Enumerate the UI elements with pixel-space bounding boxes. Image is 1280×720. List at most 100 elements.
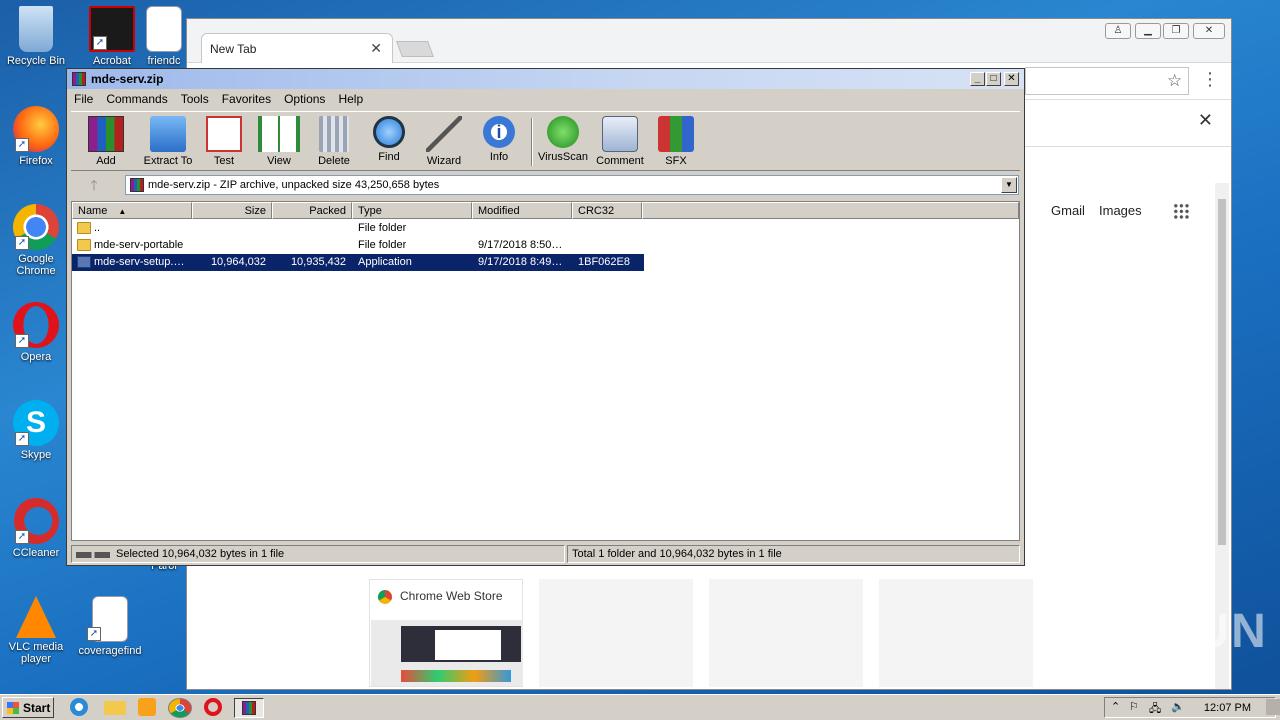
- desktop-icon-opera[interactable]: ➚ Opera: [0, 302, 72, 363]
- menu-favorites[interactable]: Favorites: [215, 89, 277, 106]
- volume-icon[interactable]: 🔈: [1171, 700, 1185, 713]
- sfx-button[interactable]: SFX: [647, 116, 705, 167]
- view-button[interactable]: View: [250, 116, 308, 167]
- comment-button[interactable]: Comment: [591, 116, 649, 167]
- chevron-down-icon[interactable]: ▼: [1001, 177, 1017, 193]
- desktop-icon-acrobat[interactable]: ➚ Acrobat: [76, 6, 148, 67]
- menu-commands[interactable]: Commands: [99, 89, 173, 106]
- empty-tile[interactable]: [709, 579, 863, 687]
- profile-button[interactable]: ♙: [1105, 23, 1131, 39]
- desktop-icon-coveragefind[interactable]: ➚ coveragefind: [74, 596, 146, 657]
- column-header-size[interactable]: Size: [192, 202, 272, 219]
- desktop-icon-ccleaner[interactable]: ➚ CCleaner: [0, 498, 72, 559]
- path-text: mde-serv.zip - ZIP archive, unpacked siz…: [148, 179, 440, 191]
- test-clipboard-icon: [206, 116, 242, 152]
- find-button[interactable]: Find: [360, 116, 418, 163]
- chrome-taskbar-icon[interactable]: [168, 698, 192, 718]
- cell-type: File folder: [358, 222, 407, 234]
- info-button[interactable]: i Info: [470, 116, 528, 163]
- menu-tools[interactable]: Tools: [174, 89, 215, 106]
- show-hidden-icons-icon[interactable]: ⌃: [1111, 700, 1120, 713]
- images-link[interactable]: Images: [1099, 203, 1142, 218]
- column-header-packed[interactable]: Packed: [272, 202, 352, 219]
- column-header-crc32[interactable]: CRC32: [572, 202, 642, 219]
- menu-options[interactable]: Options: [277, 89, 331, 106]
- bookmark-star-icon[interactable]: ☆: [1167, 71, 1182, 91]
- desktop-icon-firefox[interactable]: ➚ Firefox: [0, 106, 72, 167]
- clock[interactable]: 12:07 PM: [1204, 702, 1251, 714]
- desktop-icon-friendc[interactable]: friendc: [142, 6, 186, 67]
- start-label: Start: [23, 701, 51, 715]
- word-doc-icon: ➚: [87, 596, 128, 642]
- cell-name: ..: [94, 222, 101, 234]
- close-infobar-icon[interactable]: ✕: [1198, 110, 1213, 131]
- folder-icon: [77, 222, 91, 234]
- chrome-tab-new-tab[interactable]: New Tab ✕: [201, 33, 393, 63]
- shortcut-arrow-icon: ➚: [15, 138, 29, 152]
- menu-file[interactable]: File: [67, 89, 99, 106]
- status-bar: Selected 10,964,032 bytes in 1 file Tota…: [71, 545, 1020, 563]
- network-icon[interactable]: 🖧: [1149, 700, 1161, 719]
- menu-bar: File Commands Tools Favorites Options Help: [67, 89, 1024, 109]
- tile-title: Chrome Web Store: [400, 589, 503, 603]
- close-tab-icon[interactable]: ✕: [370, 40, 382, 57]
- close-button[interactable]: ✕: [1193, 23, 1225, 39]
- media-player-icon[interactable]: [138, 698, 156, 716]
- show-desktop-button[interactable]: [1266, 699, 1280, 715]
- column-header-type[interactable]: Type: [352, 202, 472, 219]
- close-button[interactable]: ✕: [1004, 72, 1019, 86]
- winrar-taskbar-button[interactable]: [234, 698, 264, 718]
- desktop-icon-label: Recycle Bin: [6, 55, 66, 67]
- add-button[interactable]: Add: [77, 116, 135, 167]
- desktop-icon-google-chrome[interactable]: ➚ Google Chrome: [0, 204, 72, 277]
- status-selected: Selected 10,964,032 bytes in 1 file: [71, 545, 565, 563]
- explorer-folder-icon[interactable]: [104, 701, 126, 715]
- menu-kebab-icon[interactable]: ⋮: [1201, 69, 1219, 90]
- desktop-icon-recycle-bin[interactable]: Recycle Bin: [0, 6, 72, 67]
- maximize-button[interactable]: □: [986, 72, 1001, 86]
- winrar-window[interactable]: mde-serv.zip _ □ ✕ File Commands Tools Favo…: [66, 68, 1025, 566]
- delete-button[interactable]: Delete: [305, 116, 363, 167]
- start-button[interactable]: Start: [2, 697, 54, 718]
- view-book-icon: [258, 116, 300, 152]
- most-visited-tile[interactable]: Chrome Web Store: [369, 579, 523, 687]
- test-button[interactable]: Test: [195, 116, 253, 167]
- internet-explorer-icon[interactable]: [70, 698, 88, 716]
- taskbar: Start ⌃ ⚐ 🖧 🔈 12:07 PM: [0, 694, 1280, 720]
- new-tab-button[interactable]: [396, 41, 434, 57]
- table-row[interactable]: mde-serv-portable File folder 9/17/2018 …: [72, 237, 644, 254]
- table-row[interactable]: .. File folder: [72, 220, 644, 237]
- folder-icon: [77, 239, 91, 251]
- virusscan-button[interactable]: VirusScan: [534, 116, 592, 163]
- restore-button[interactable]: ❐: [1163, 23, 1189, 39]
- test-label: Test: [213, 155, 235, 167]
- scrollbar-thumb[interactable]: [1218, 199, 1226, 545]
- opera-taskbar-icon[interactable]: [204, 698, 222, 716]
- gmail-link[interactable]: Gmail: [1051, 203, 1085, 218]
- status-selected-text: Selected 10,964,032 bytes in 1 file: [116, 548, 285, 560]
- column-header-name[interactable]: Name ▲: [72, 202, 192, 219]
- table-row-selected[interactable]: mde-serv-setup.… 10,964,032 10,935,432 A…: [72, 254, 644, 271]
- menu-help[interactable]: Help: [331, 89, 369, 106]
- minimize-button[interactable]: _: [970, 72, 985, 86]
- column-header-modified[interactable]: Modified: [472, 202, 572, 219]
- action-center-flag-icon[interactable]: ⚐: [1129, 700, 1139, 713]
- minimize-button[interactable]: ▁: [1135, 23, 1161, 39]
- desktop-icon-label: Opera: [20, 351, 52, 363]
- apps-grid-icon[interactable]: [1173, 203, 1189, 219]
- desktop-icon-skype[interactable]: S ➚ Skype: [0, 400, 72, 461]
- desktop-icon-vlc[interactable]: VLC media player: [0, 596, 72, 665]
- cell-modified: 9/17/2018 8:49…: [478, 256, 563, 268]
- file-list[interactable]: Name ▲ Size Packed Type Modified CRC32 .…: [71, 201, 1020, 541]
- empty-tile[interactable]: [539, 579, 693, 687]
- opera-icon: ➚: [13, 302, 59, 348]
- virusscan-bug-icon: [547, 116, 579, 148]
- empty-tile[interactable]: [879, 579, 1033, 687]
- title-bar[interactable]: mde-serv.zip _ □ ✕: [67, 69, 1024, 89]
- desktop-icon-label: Google Chrome: [16, 253, 56, 277]
- extract-to-button[interactable]: Extract To: [133, 116, 203, 167]
- up-one-level-button[interactable]: 🡑: [77, 176, 111, 194]
- address-bar[interactable]: [1025, 67, 1189, 95]
- wizard-button[interactable]: Wizard: [415, 116, 473, 167]
- path-dropdown[interactable]: mde-serv.zip - ZIP archive, unpacked siz…: [125, 175, 1019, 195]
